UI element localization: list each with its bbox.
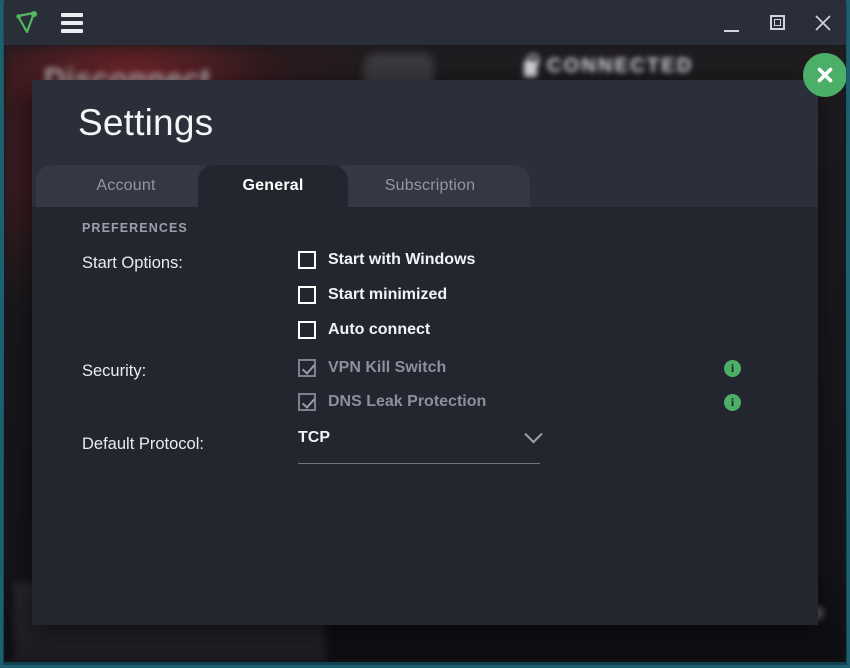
preferences-heading: PREFERENCES bbox=[82, 221, 188, 235]
checkbox-box-icon bbox=[298, 251, 316, 269]
tab-panel-general: PREFERENCES Start Options: Security: Def… bbox=[32, 207, 818, 625]
checkbox-label: Start with Windows bbox=[328, 251, 476, 268]
checkbox-box-icon bbox=[298, 393, 316, 411]
label-start-options: Start Options: bbox=[82, 254, 183, 272]
checkbox-vpn-kill-switch[interactable]: VPN Kill Switch bbox=[298, 359, 486, 377]
info-icon-vpn-kill-switch[interactable]: i bbox=[724, 360, 741, 377]
checkbox-label: Start minimized bbox=[328, 286, 448, 303]
page-title: Settings bbox=[78, 102, 214, 143]
info-glyph: i bbox=[730, 361, 735, 375]
security-options-group: VPN Kill Switch DNS Leak Protection bbox=[298, 359, 486, 427]
minimize-icon bbox=[723, 30, 739, 32]
tab-label: Account bbox=[96, 177, 156, 194]
modal-close-button[interactable] bbox=[803, 53, 846, 97]
checkbox-box-icon bbox=[298, 359, 316, 377]
checkbox-auto-connect[interactable]: Auto connect bbox=[298, 321, 475, 339]
hamburger-menu-icon[interactable] bbox=[50, 0, 94, 45]
tab-subscription[interactable]: Subscription bbox=[330, 165, 530, 207]
window-inner: Disconnect CONNECTED bbox=[4, 0, 846, 662]
title-bar bbox=[4, 0, 846, 45]
hamburger-bar bbox=[61, 28, 83, 33]
checkbox-label: VPN Kill Switch bbox=[328, 359, 447, 376]
checkbox-label: DNS Leak Protection bbox=[328, 393, 487, 410]
info-glyph: i bbox=[730, 395, 735, 409]
background-status: CONNECTED bbox=[524, 53, 694, 78]
app-logo bbox=[4, 0, 50, 45]
label-default-protocol: Default Protocol: bbox=[82, 435, 204, 453]
default-protocol-value: TCP bbox=[298, 429, 330, 446]
settings-modal: Settings Account General Subscription PR… bbox=[32, 80, 818, 625]
hamburger-bar bbox=[61, 20, 83, 25]
maximize-icon bbox=[769, 15, 785, 30]
minimize-button[interactable] bbox=[708, 0, 754, 45]
chevron-down-icon bbox=[524, 424, 543, 443]
close-icon bbox=[815, 14, 831, 31]
hamburger-bar bbox=[61, 12, 83, 17]
checkbox-label: Auto connect bbox=[328, 321, 431, 338]
checkbox-dns-leak-protection[interactable]: DNS Leak Protection bbox=[298, 393, 486, 411]
checkbox-box-icon bbox=[298, 321, 316, 339]
default-protocol-select[interactable]: TCP bbox=[298, 424, 543, 464]
background-status-text: CONNECTED bbox=[547, 55, 694, 77]
close-circle-icon bbox=[817, 67, 833, 83]
tab-bar: Account General Subscription bbox=[32, 165, 818, 207]
lock-icon bbox=[524, 53, 539, 77]
application-window: Disconnect CONNECTED bbox=[0, 0, 850, 668]
window-close-button[interactable] bbox=[800, 0, 846, 45]
navigation-triangle-icon bbox=[16, 10, 37, 33]
checkbox-start-with-windows[interactable]: Start with Windows bbox=[298, 251, 475, 269]
tab-label: General bbox=[242, 177, 304, 194]
maximize-button[interactable] bbox=[754, 0, 800, 45]
checkbox-box-icon bbox=[298, 286, 316, 304]
start-options-group: Start with Windows Start minimized Auto … bbox=[298, 251, 475, 356]
tab-label: Subscription bbox=[384, 177, 476, 194]
label-security: Security: bbox=[82, 362, 147, 380]
info-icon-dns-leak-protection[interactable]: i bbox=[724, 394, 741, 411]
tab-general[interactable]: General bbox=[198, 165, 348, 207]
tab-account[interactable]: Account bbox=[36, 165, 216, 207]
checkbox-start-minimized[interactable]: Start minimized bbox=[298, 286, 475, 304]
